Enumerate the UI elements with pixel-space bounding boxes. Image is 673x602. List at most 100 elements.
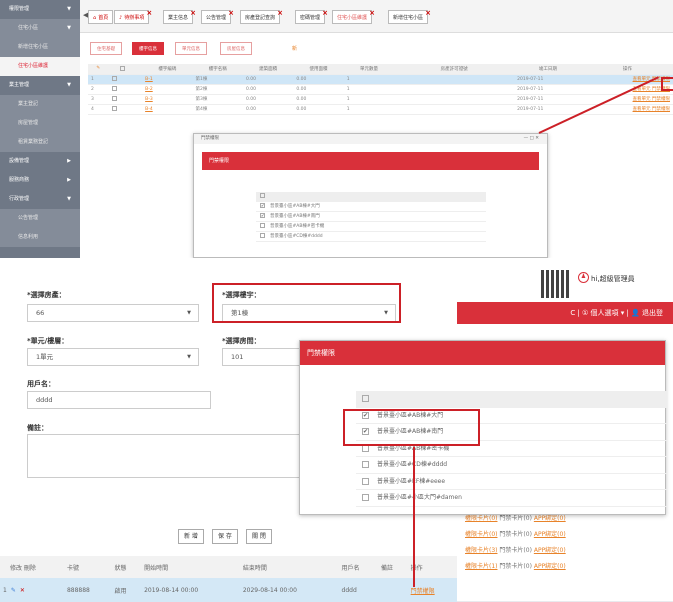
list-item[interactable]: 普景臺小區#EF棟#eeee	[356, 474, 667, 490]
building-code[interactable]: B-3	[142, 94, 193, 105]
permission-card-link[interactable]: 權限卡片(3)	[465, 547, 498, 554]
app-binding-link[interactable]: APP綁定(0)	[534, 531, 566, 538]
list-item[interactable]: 普景臺小區#CD棟#dddd	[256, 232, 486, 242]
building-code[interactable]: B-4	[142, 104, 193, 115]
sidebar-item[interactable]: 業主登記	[0, 95, 80, 114]
checkbox[interactable]: ✔	[260, 203, 265, 208]
column-header: 操作	[581, 64, 673, 75]
modal-header: 門禁權限	[202, 152, 539, 170]
sidebar-item[interactable]: 服務商務 ▶	[0, 171, 80, 190]
sidebar-item[interactable]: 住宅小區 ▼	[0, 19, 80, 38]
tab-1[interactable]: ⌂ 首頁	[88, 10, 114, 24]
sidebar-item-label: 房屋管理	[18, 120, 39, 126]
sidebar-item[interactable]: 設備管理 ▶	[0, 152, 80, 171]
list-item[interactable]: ✔ 普景臺小區#AB棟#大門	[256, 202, 486, 212]
sidebar-item[interactable]: 房屋管理	[0, 114, 80, 133]
close-icon[interactable]: ×	[425, 6, 431, 20]
cell-op[interactable]: 門禁權限	[407, 578, 457, 602]
list-item[interactable]: 普景臺小區#AB棟#密卡機	[256, 222, 486, 232]
list-item[interactable]: ✔ 普景臺小區#AB棟#南門	[256, 212, 486, 222]
sidebar-item[interactable]: 業主管理 ▼	[0, 76, 80, 95]
checkbox[interactable]	[362, 461, 369, 468]
username-input[interactable]: dddd	[27, 391, 211, 409]
column-header: 結束時間	[239, 556, 339, 578]
sidebar-item[interactable]: 行政管理 ▼	[0, 190, 80, 209]
tab-2[interactable]: ♪ 待辦事項 ×	[114, 9, 152, 24]
tab-8[interactable]: 新增住宅小區 ×	[388, 9, 431, 24]
save-button[interactable]: 保 存	[212, 529, 238, 544]
checkbox[interactable]	[260, 223, 265, 228]
checkbox[interactable]	[260, 193, 265, 198]
checkbox[interactable]: ✔	[260, 213, 265, 218]
sidebar-item[interactable]: 租賃業務登記	[0, 133, 80, 152]
app-binding-link[interactable]: APP綁定(0)	[534, 563, 566, 570]
close-icon[interactable]: ×	[146, 6, 152, 20]
tab-3[interactable]: 業主信息 ×	[163, 9, 196, 24]
table-row[interactable]: 3 B-3 第3棟 0.00 0.00 1 2019-07-11 查看單元 門禁權限	[88, 94, 673, 105]
checkbox[interactable]	[120, 65, 126, 71]
add-button[interactable]: 新 增	[178, 529, 204, 544]
usable-area: 0.00	[293, 104, 344, 115]
list-item[interactable]	[256, 192, 486, 202]
user-nav[interactable]: C | ① 個人選項 ▾ | 👤 退出登	[570, 309, 663, 317]
list-item[interactable]	[356, 391, 667, 408]
checkbox[interactable]	[362, 395, 369, 402]
table-row[interactable]: 2 B-2 第2棟 0.00 0.00 1 2019-07-11 查看單元 門禁權限	[88, 84, 673, 95]
table-row[interactable]: 1 B-1 第1棟 0.00 0.00 1 2019-07-11 查看單元 門禁權限	[88, 74, 673, 85]
subtab-1[interactable]: 住宅基礎	[90, 42, 122, 55]
sidebar-item[interactable]: 信息利用	[0, 228, 80, 247]
checkbox[interactable]	[260, 233, 265, 238]
unit-select[interactable]: 1單元 ▼	[27, 348, 199, 366]
building-code[interactable]: B-1	[142, 74, 193, 85]
row-actions[interactable]: 查看單元 門禁權限	[581, 94, 673, 105]
delete-icon[interactable]: ✕	[20, 587, 25, 594]
checkbox[interactable]	[362, 477, 369, 485]
sidebar: 權限管理 ▼ 住宅小區 ▼ 新增住宅小區 住宅小區維護 業主管理 ▼ 業主登記房屋管理租賃業務登…	[0, 0, 80, 258]
sidebar-item[interactable]: 新增住宅小區	[0, 38, 80, 57]
room-select[interactable]: 66 ▼	[27, 304, 199, 322]
room-label: *選擇房產：	[27, 291, 66, 299]
checkbox[interactable]	[111, 106, 117, 111]
subtab-4[interactable]: 房屋信息	[220, 42, 252, 55]
permission-card-link[interactable]: 權限卡片(0)	[465, 515, 498, 522]
close-icon[interactable]: ×	[277, 6, 283, 20]
checkbox[interactable]	[111, 96, 117, 101]
permission-card-link[interactable]: 權限卡片(1)	[465, 563, 498, 570]
row-actions[interactable]: 查看單元 門禁權限	[581, 74, 673, 85]
list-item[interactable]: 普景臺小區#小區大門#damen	[356, 490, 667, 507]
app-binding-link[interactable]: APP綁定(0)	[534, 547, 566, 554]
tab-7[interactable]: 住宅小區維護 ×	[332, 9, 375, 24]
checkbox[interactable]	[111, 86, 117, 91]
tab-5[interactable]: 房產登記查詢 ×	[240, 9, 283, 24]
add-icon[interactable]: 新	[292, 45, 297, 52]
close-icon[interactable]: ×	[228, 6, 234, 20]
subtab-2[interactable]: 樓宇信息	[132, 42, 164, 55]
tab-6[interactable]: 密碼管理 ×	[295, 9, 328, 24]
annotation-line	[413, 517, 415, 587]
close-icon[interactable]: ×	[190, 6, 196, 20]
list-item[interactable]: 普景臺小區#CD棟#dddd	[356, 457, 667, 474]
sidebar-item[interactable]: 住宅小區維護	[0, 57, 80, 76]
app-binding-link[interactable]: APP綁定(0)	[534, 515, 566, 522]
user-nav-bar[interactable]: C | ① 個人選項 ▾ | 👤 退出登	[457, 302, 673, 324]
close-icon[interactable]: ×	[369, 6, 375, 20]
window-controls[interactable]: — □ ✕	[524, 134, 539, 144]
subtab-3[interactable]: 單元信息	[175, 42, 207, 55]
sidebar-item[interactable]: 公告管理	[0, 209, 80, 228]
sidebar-item[interactable]: 權限管理 ▼	[0, 0, 80, 19]
roomno-select[interactable]: 101	[222, 348, 302, 366]
column-header: 樓宇名稱	[192, 64, 243, 75]
checkbox[interactable]	[111, 76, 117, 81]
close-button[interactable]: 關 閉	[246, 529, 272, 544]
cell-card: 888888	[63, 578, 112, 602]
edit-icon[interactable]: ✎	[11, 587, 16, 594]
sidebar-item-label: 行政管理	[9, 196, 30, 202]
close-icon[interactable]: ×	[322, 6, 328, 20]
permit-number	[394, 94, 515, 105]
checkbox[interactable]	[362, 494, 369, 501]
building-code[interactable]: B-2	[142, 84, 193, 95]
permission-card-link[interactable]: 權限卡片(0)	[465, 531, 498, 538]
column-header: 操作	[407, 556, 457, 578]
gate-name: 普景臺小區#EF棟#eeee	[377, 477, 446, 485]
tab-4[interactable]: 公告管理 ×	[201, 9, 234, 24]
